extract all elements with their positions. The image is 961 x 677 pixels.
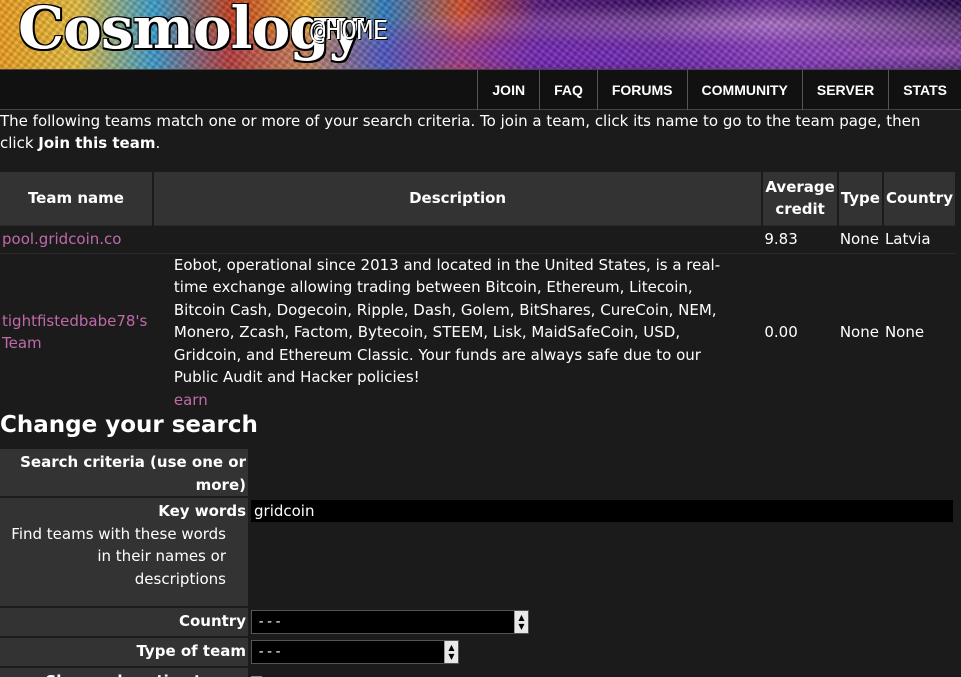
country-select[interactable]: --- ▲ ▼ — [251, 610, 529, 634]
intro-end: . — [155, 134, 161, 152]
criteria-row: Search criteria (use one or more) — [0, 449, 957, 498]
nav-faq[interactable]: FAQ — [539, 70, 597, 110]
team-average-credit: 0.00 — [762, 252, 838, 411]
team-type: None — [837, 252, 883, 411]
team-type-row: Type of team --- ▲ ▼ — [0, 638, 957, 668]
search-form: Search criteria (use one or more) Key wo… — [0, 449, 957, 677]
header-average-credit: Average credit — [762, 172, 839, 225]
active-teams-row: Show only active teams — [0, 668, 957, 677]
team-description-link[interactable]: earn — [174, 391, 208, 409]
criteria-label: Search criteria (use one or more) — [0, 449, 248, 496]
team-description: Eobot, operational since 2013 and locate… — [173, 255, 721, 387]
intro-join-phrase: Join this team — [38, 134, 156, 152]
site-logo-suffix: @HOME — [310, 16, 389, 46]
main-nav: JOIN FAQ FORUMS COMMUNITY SERVER STATS — [0, 69, 961, 110]
team-type-label: Type of team — [0, 638, 248, 666]
keywords-row: Key words Find teams with these words in… — [0, 498, 957, 608]
table-header-row: Team name Description Average credit Typ… — [0, 172, 958, 225]
team-type-selected-value: --- — [257, 644, 283, 660]
country-row: Country --- ▲ ▼ — [0, 608, 957, 638]
country-selected-value: --- — [257, 614, 283, 630]
header-description: Description — [152, 172, 764, 225]
team-country: None — [882, 252, 956, 411]
select-arrow-icon: ▲ ▼ — [444, 641, 458, 663]
keywords-label: Key words — [158, 502, 246, 520]
header-country: Country — [882, 172, 958, 225]
nav-stats[interactable]: STATS — [888, 70, 961, 110]
table-row: tightfistedbabe78's Team Eobot, operatio… — [0, 252, 956, 411]
team-country: Latvia — [882, 224, 956, 253]
team-name-link[interactable]: pool.gridcoin.co — [2, 230, 121, 248]
nav-server[interactable]: SERVER — [801, 70, 888, 110]
team-type: None — [837, 224, 883, 253]
nav-forums[interactable]: FORUMS — [596, 70, 687, 110]
active-teams-label: Show only active teams — [0, 668, 248, 677]
change-search-heading: Change your search — [0, 412, 258, 438]
keywords-hint: Find teams with these words in their nam… — [11, 524, 226, 588]
nav-community[interactable]: COMMUNITY — [686, 70, 802, 110]
team-name-link[interactable]: tightfistedbabe78's Team — [2, 312, 147, 353]
select-arrow-icon: ▲ ▼ — [514, 611, 528, 633]
keywords-input[interactable] — [251, 500, 953, 522]
team-average-credit: 9.83 — [762, 224, 838, 253]
teams-table: Team name Description Average credit Typ… — [0, 172, 958, 411]
header-type: Type — [837, 172, 884, 225]
header-team-name: Team name — [0, 172, 154, 225]
nav-join[interactable]: JOIN — [477, 70, 539, 110]
site-banner[interactable]: Cosmology @HOME — [0, 0, 961, 69]
country-label: Country — [0, 608, 248, 636]
team-description — [152, 224, 763, 253]
team-type-select[interactable]: --- ▲ ▼ — [251, 640, 459, 664]
table-row: pool.gridcoin.co 9.83 None Latvia — [0, 224, 956, 253]
search-results-intro: The following teams match one or more of… — [0, 110, 955, 154]
